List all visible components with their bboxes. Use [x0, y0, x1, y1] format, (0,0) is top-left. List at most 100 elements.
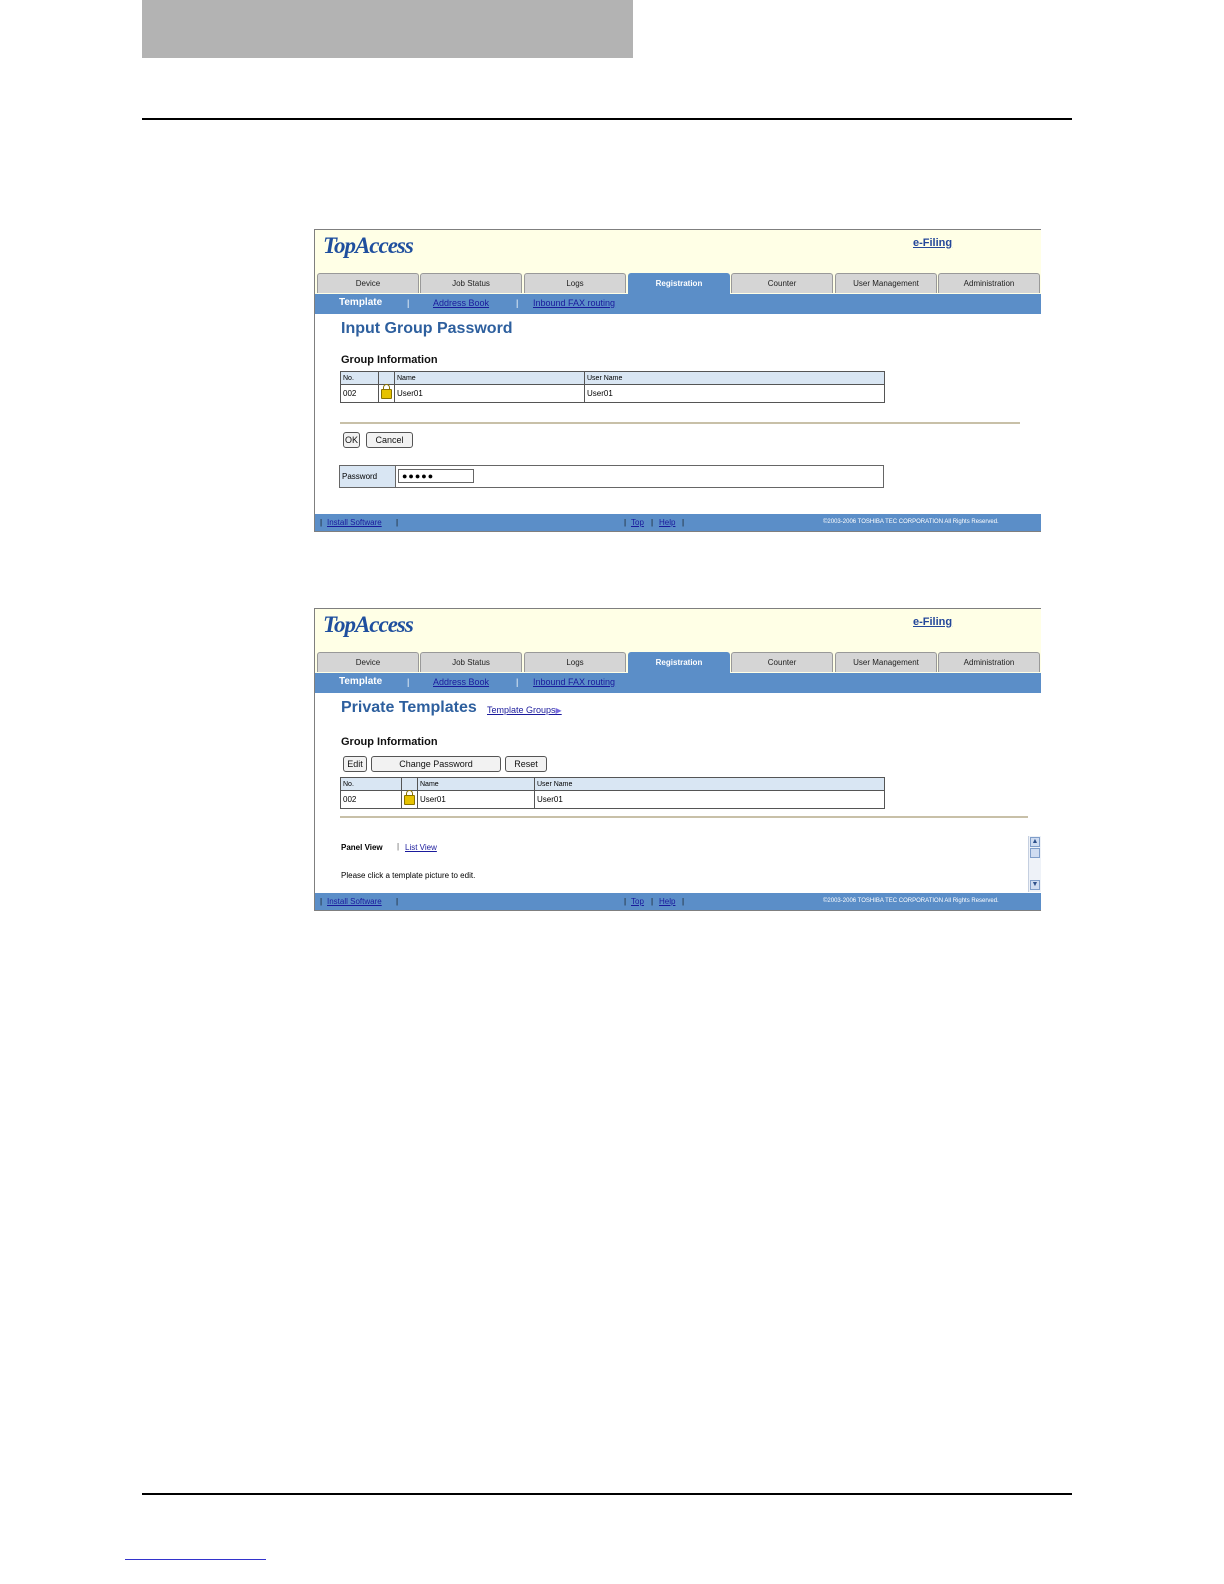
- view-separator: |: [397, 842, 400, 851]
- top-link[interactable]: Top: [631, 897, 644, 906]
- page-title: Private Templates: [341, 699, 477, 716]
- cancel-button[interactable]: Cancel: [366, 432, 413, 448]
- install-software-link[interactable]: Install Software: [327, 897, 382, 906]
- password-row: Password ●●●●●: [339, 465, 884, 488]
- tab-registration[interactable]: Registration: [628, 273, 730, 294]
- footer-bar: | Install Software | | Top | Help | ©200…: [315, 514, 1041, 531]
- main-tabs: Device Job Status Logs Registration Coun…: [315, 273, 1041, 294]
- password-label: Password: [340, 466, 396, 487]
- bottom-rule: [142, 1493, 1072, 1495]
- change-password-button[interactable]: Change Password: [371, 756, 501, 772]
- table-header-row: No. Name User Name: [340, 371, 885, 385]
- subnav-inbound-fax-routing[interactable]: Inbound FAX routing: [533, 677, 615, 687]
- tab-user-management[interactable]: User Management: [835, 652, 937, 672]
- top-link[interactable]: Top: [631, 518, 644, 527]
- edit-button[interactable]: Edit: [343, 756, 367, 772]
- page-title: Input Group Password: [341, 320, 513, 337]
- screenshot-input-group-password: TopAccess e-Filing Device Job Status Log…: [314, 229, 1041, 532]
- tab-administration[interactable]: Administration: [938, 273, 1040, 293]
- footer-separator: |: [624, 518, 627, 527]
- subnav-address-book[interactable]: Address Book: [433, 677, 489, 687]
- password-input[interactable]: ●●●●●: [398, 469, 474, 483]
- section-group-information: Group Information: [341, 736, 438, 748]
- col-lock: [401, 777, 418, 791]
- group-info-table: No. Name User Name 002 User01 User01: [340, 777, 885, 809]
- instruction-text: Please click a template picture to edit.: [341, 871, 476, 880]
- footer-separator: |: [624, 897, 627, 906]
- scroll-up-icon[interactable]: ▲: [1030, 837, 1040, 847]
- footer-bar: | Install Software | | Top | Help | ©200…: [315, 893, 1041, 910]
- cell-user-name: User01: [534, 790, 885, 809]
- table-header-row: No. Name User Name: [340, 777, 885, 791]
- e-filing-link[interactable]: e-Filing: [913, 616, 952, 628]
- tab-administration[interactable]: Administration: [938, 652, 1040, 672]
- col-user-name: User Name: [584, 371, 885, 385]
- sub-navigation: Template | Address Book | Inbound FAX ro…: [315, 673, 1041, 693]
- scroll-down-icon[interactable]: ▼: [1030, 880, 1040, 890]
- subnav-inbound-fax-routing[interactable]: Inbound FAX routing: [533, 298, 615, 308]
- list-view-link[interactable]: List View: [405, 843, 437, 852]
- help-link[interactable]: Help: [659, 518, 675, 527]
- cell-no: 002: [340, 384, 379, 403]
- install-software-link[interactable]: Install Software: [327, 518, 382, 527]
- copyright-text: ©2003-2006 TOSHIBA TEC CORPORATION All R…: [823, 519, 999, 525]
- footer-separator: |: [396, 518, 399, 527]
- footer-separator: |: [651, 897, 654, 906]
- panel-view-label: Panel View: [341, 843, 383, 852]
- tab-job-status[interactable]: Job Status: [420, 652, 522, 672]
- lock-icon: [381, 383, 392, 399]
- footer-separator: |: [320, 518, 323, 527]
- table-row: 002 User01 User01: [340, 789, 885, 809]
- reset-button[interactable]: Reset: [505, 756, 547, 772]
- main-tabs: Device Job Status Logs Registration Coun…: [315, 652, 1041, 673]
- subnav-address-book[interactable]: Address Book: [433, 298, 489, 308]
- footer-separator: |: [396, 897, 399, 906]
- cell-lock: [378, 383, 395, 403]
- tab-device[interactable]: Device: [317, 273, 419, 293]
- divider: [340, 422, 1020, 424]
- topaccess-logo: TopAccess: [323, 233, 414, 258]
- table-row: 002 User01 User01: [340, 383, 885, 403]
- app-header: TopAccess e-Filing: [315, 609, 1041, 652]
- group-info-table: No. Name User Name 002 User01 User01: [340, 371, 885, 403]
- footer-separator: |: [682, 518, 685, 527]
- header-gray-block: [142, 0, 633, 58]
- footer-separator: |: [682, 897, 685, 906]
- screenshot-private-templates: TopAccess e-Filing Device Job Status Log…: [314, 608, 1041, 911]
- sub-navigation: Template | Address Book | Inbound FAX ro…: [315, 294, 1041, 314]
- cell-user-name: User01: [584, 384, 885, 403]
- col-no: No.: [340, 371, 379, 385]
- arrow-right-icon: ▶: [555, 706, 562, 715]
- tab-logs[interactable]: Logs: [524, 273, 626, 293]
- e-filing-link[interactable]: e-Filing: [913, 237, 952, 249]
- cell-name: User01: [394, 384, 585, 403]
- footer-separator: |: [320, 897, 323, 906]
- tab-device[interactable]: Device: [317, 652, 419, 672]
- tab-registration[interactable]: Registration: [628, 652, 730, 673]
- ok-button[interactable]: OK: [343, 432, 360, 448]
- subnav-template[interactable]: Template: [339, 297, 382, 308]
- scroll-thumb[interactable]: [1030, 848, 1040, 858]
- subnav-template[interactable]: Template: [339, 676, 382, 687]
- tab-job-status[interactable]: Job Status: [420, 273, 522, 293]
- tab-counter[interactable]: Counter: [731, 273, 833, 293]
- subnav-separator: |: [407, 298, 410, 308]
- cell-no: 002: [340, 790, 402, 809]
- topaccess-logo: TopAccess: [323, 612, 414, 637]
- app-header: TopAccess e-Filing: [315, 230, 1041, 273]
- template-groups-label: Template Groups: [487, 705, 556, 715]
- tab-user-management[interactable]: User Management: [835, 273, 937, 293]
- subnav-separator: |: [516, 677, 519, 687]
- tab-counter[interactable]: Counter: [731, 652, 833, 672]
- cell-lock: [401, 789, 418, 809]
- footer-link-underline: [125, 1559, 266, 1560]
- help-link[interactable]: Help: [659, 897, 675, 906]
- tab-logs[interactable]: Logs: [524, 652, 626, 672]
- footer-separator: |: [651, 518, 654, 527]
- top-rule: [142, 118, 1072, 120]
- col-user-name: User Name: [534, 777, 885, 791]
- lock-icon: [404, 789, 415, 805]
- divider: [340, 816, 1028, 818]
- vertical-scrollbar[interactable]: ▲ ▼: [1028, 836, 1041, 892]
- template-groups-link[interactable]: Template Groups▶: [487, 705, 562, 715]
